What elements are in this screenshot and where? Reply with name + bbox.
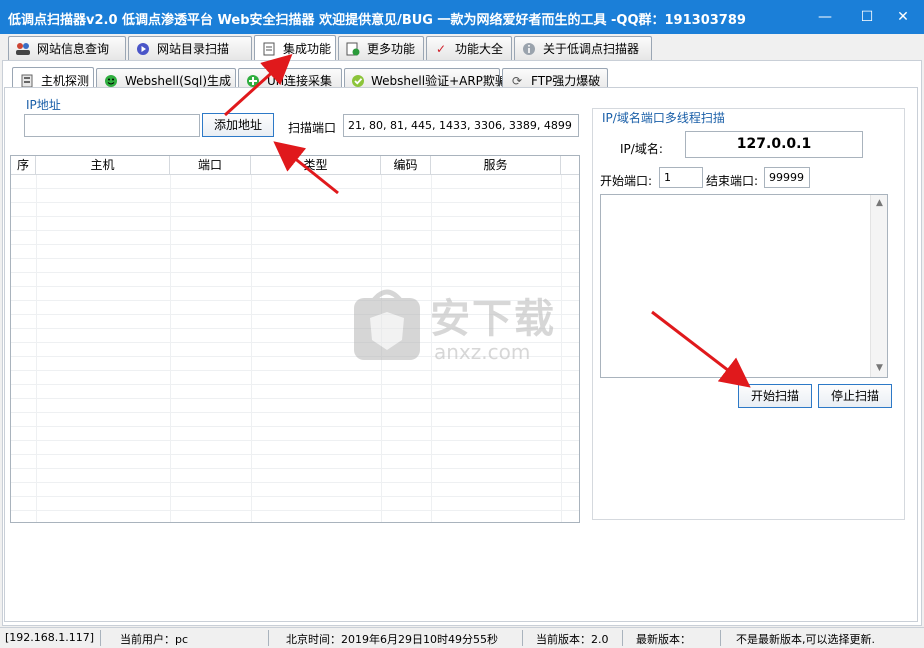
scroll-down-icon[interactable]: ▼ <box>871 360 888 377</box>
table-row <box>11 189 579 203</box>
document-icon <box>261 41 277 57</box>
add-address-button[interactable]: 添加地址 <box>202 113 274 137</box>
close-button[interactable]: ✕ <box>888 6 918 28</box>
status-message: 不是最新版本,可以选择更新. <box>736 633 875 646</box>
tab-site-info[interactable]: 网站信息查询 <box>8 36 126 60</box>
table-row <box>11 245 579 259</box>
table-row <box>11 441 579 455</box>
table-header: 序 主机 端口 类型 编码 服务 <box>11 156 579 175</box>
table-row <box>11 385 579 399</box>
status-user: 当前用户：pc <box>120 633 189 646</box>
target-input[interactable]: 127.0.0.1 <box>685 131 863 158</box>
users-icon <box>15 41 31 57</box>
watermark: 安下载 anxz.com <box>352 284 572 364</box>
table-row <box>11 259 579 273</box>
tab-integrated[interactable]: 集成功能 <box>254 35 336 61</box>
info-icon <box>521 41 537 57</box>
status-version: 当前版本：2.0 <box>536 633 609 646</box>
column-divider <box>251 175 252 522</box>
table-row <box>11 399 579 413</box>
table-row <box>11 217 579 231</box>
status-divider <box>622 630 623 646</box>
port-label: 扫描端口 <box>288 121 337 135</box>
status-divider <box>100 630 101 646</box>
ip-group-label: IP地址 <box>26 98 61 112</box>
play-circle-icon <box>135 41 151 57</box>
shield-bag-icon <box>354 289 420 360</box>
table-row <box>11 231 579 245</box>
scan-output-area[interactable]: ▲ ▼ <box>600 194 888 378</box>
table-row <box>11 427 579 441</box>
port-scan-group-label: IP/域名端口多线程扫描 <box>602 111 725 125</box>
column-header: 编码 <box>381 156 431 175</box>
table-row <box>11 175 579 189</box>
column-header: 类型 <box>251 156 381 175</box>
column-header: 序 <box>11 156 36 175</box>
end-port-label: 结束端口: <box>706 174 759 188</box>
tab-dir-scan[interactable]: 网站目录扫描 <box>128 36 252 60</box>
port-list-input[interactable]: 21, 80, 81, 445, 1433, 3306, 3389, 4899 <box>343 114 579 137</box>
status-bar: [192.168.1.117] 当前用户：pc 北京时间：2019年6月29日1… <box>0 627 924 648</box>
status-divider <box>268 630 269 646</box>
status-latest-version: 最新版本： <box>636 633 691 646</box>
output-scrollbar[interactable]: ▲ ▼ <box>870 195 887 377</box>
column-divider <box>36 175 37 522</box>
table-row <box>11 483 579 497</box>
checkmark-icon: ✓ <box>435 41 447 56</box>
scroll-up-icon[interactable]: ▲ <box>871 195 888 212</box>
start-scan-button[interactable]: 开始扫描 <box>738 384 812 408</box>
start-port-input[interactable]: 1 <box>659 167 703 188</box>
document-add-icon <box>345 41 361 57</box>
ip-address-input[interactable] <box>24 114 200 137</box>
tab-about[interactable]: 关于低调点扫描器 <box>514 36 652 60</box>
watermark-subtext: anxz.com <box>434 340 531 364</box>
column-divider <box>170 175 171 522</box>
column-header: 端口 <box>170 156 251 175</box>
tab-all-functions[interactable]: ✓ 功能大全 <box>426 36 512 60</box>
start-port-label: 开始端口: <box>600 174 653 188</box>
table-row <box>11 203 579 217</box>
status-divider <box>720 630 721 646</box>
end-port-input[interactable]: 99999 <box>764 167 810 188</box>
table-row <box>11 413 579 427</box>
column-header: 主机 <box>36 156 170 175</box>
status-divider <box>522 630 523 646</box>
window-title: 低调点扫描器v2.0 低调点渗透平台 Web安全扫描器 欢迎提供意见/BUG 一… <box>8 13 746 28</box>
minimize-button[interactable]: — <box>810 6 840 28</box>
table-row <box>11 497 579 511</box>
status-time: 北京时间：2019年6月29日10时49分55秒 <box>286 633 498 646</box>
stop-scan-button[interactable]: 停止扫描 <box>818 384 892 408</box>
table-row <box>11 455 579 469</box>
column-header: 服务 <box>431 156 561 175</box>
title-bar: 低调点扫描器v2.0 低调点渗透平台 Web安全扫描器 欢迎提供意见/BUG 一… <box>0 0 924 34</box>
tab-more[interactable]: 更多功能 <box>338 36 424 60</box>
target-label: IP/域名: <box>620 142 663 156</box>
status-ip: [192.168.1.117] <box>5 631 95 644</box>
maximize-button[interactable]: ☐ <box>852 6 882 28</box>
watermark-text: 安下载 <box>430 296 556 342</box>
table-row <box>11 371 579 385</box>
table-row <box>11 469 579 483</box>
